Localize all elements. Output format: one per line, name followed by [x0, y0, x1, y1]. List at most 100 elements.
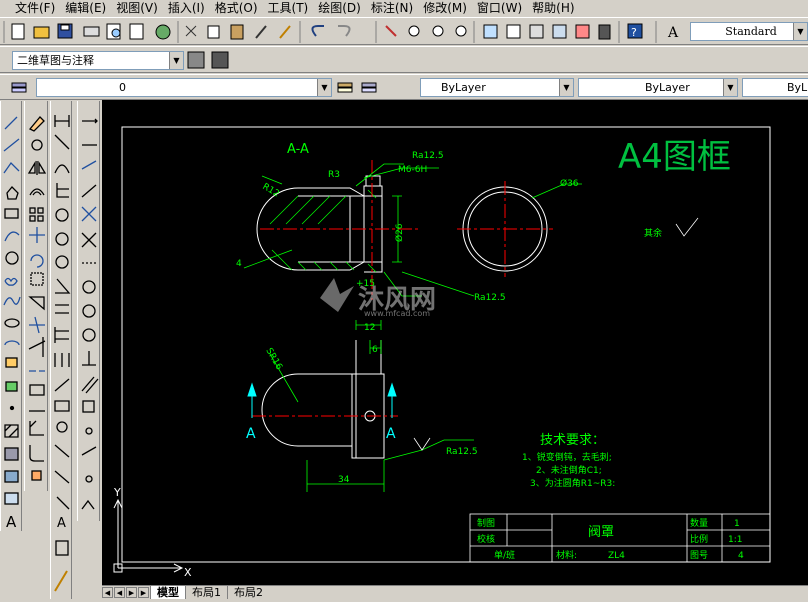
ellipse-arc-icon — [4, 340, 20, 346]
print-icon — [83, 26, 100, 37]
modify-toolbar-icons[interactable] — [25, 101, 49, 491]
zoom-realtime-icon — [408, 25, 420, 37]
dim-sr16: SR16 — [263, 347, 284, 373]
drawing-svg[interactable]: A4图框 A-A Ra12.5 M6-6H R3 R12 4 Ø26 Ø36 +… — [102, 100, 808, 585]
linetype-select[interactable]: ByLayer ▼ — [578, 78, 738, 97]
tab-layout1[interactable]: 布局1 — [185, 586, 227, 599]
color-select[interactable]: ByLayer ▼ — [420, 78, 574, 97]
chevron-down-icon: ▼ — [559, 79, 573, 96]
dim-update-icon — [56, 496, 70, 510]
draw-toolbar-icons[interactable]: A — [1, 101, 23, 531]
baseline-icon — [54, 327, 69, 343]
tech-item: 2、未注倒角C1; — [536, 464, 602, 476]
snap-intersection-icon — [81, 206, 97, 222]
rotate-icon — [30, 254, 44, 268]
trim-icon — [29, 316, 45, 334]
title-block-text: 制图 校核 阀罩 数量 1 比例 1:1 图号 4 单/班 材料: ZL4 — [477, 517, 744, 561]
osnap-settings-icon — [81, 499, 95, 510]
sheet-set-icon — [552, 24, 567, 39]
tb-qty: 1 — [734, 519, 740, 529]
dim-d6: 6 — [372, 345, 378, 355]
tolerance-icon — [54, 400, 70, 412]
tab-last-icon[interactable]: ▶ — [138, 587, 149, 598]
tool-palettes-icon — [529, 24, 544, 39]
revcloud-icon — [4, 277, 18, 286]
watermark-url: www.mfcad.com — [364, 309, 430, 318]
line-icon — [4, 116, 18, 130]
match-prop-icon — [255, 25, 267, 39]
tab-layout2[interactable]: 布局2 — [227, 586, 269, 599]
tech-title: 技术要求： — [540, 433, 605, 448]
chevron-down-icon: ▼ — [793, 23, 807, 40]
publish-icon — [129, 23, 144, 40]
dim-style-icon — [55, 540, 69, 556]
chamfer-icon — [29, 420, 44, 436]
ucs-y-label: Y — [113, 486, 121, 499]
menu-window[interactable]: 窗口(W) — [472, 0, 527, 16]
watermark: 沐风网 www.mfcad.com — [320, 278, 436, 318]
paste-icon — [230, 24, 244, 40]
layers-toolbar: 0 ▼ ByLayer ▼ ByLayer ▼ ByL — [0, 74, 808, 100]
tb-unit: 单/班 — [494, 549, 515, 561]
text-style-select[interactable]: Standard ▼ — [690, 22, 808, 41]
snap-perp-icon — [82, 351, 96, 366]
lineweight-select[interactable]: ByL — [742, 78, 808, 97]
dimedit-icon — [54, 444, 70, 458]
dim-phi26: Ø26 — [394, 223, 405, 242]
workspace-select[interactable]: 二维草图与注释 ▼ — [12, 51, 184, 70]
dim-r3: R3 — [328, 170, 340, 180]
workspace-settings-icon — [187, 51, 205, 69]
workspace-buttons[interactable] — [184, 47, 244, 74]
dim-r12: R12 — [261, 182, 281, 200]
snap-tangent-icon — [82, 328, 96, 342]
snap-apparent-icon — [81, 232, 97, 248]
mirror-icon — [27, 160, 47, 175]
drawing-canvas[interactable]: A4图框 A-A Ra12.5 M6-6H R3 R12 4 Ø26 Ø36 +… — [102, 100, 808, 585]
diameter-icon — [55, 255, 69, 269]
zoom-window-icon — [432, 25, 444, 37]
open-icon — [33, 26, 50, 39]
layer-select[interactable]: 0 ▼ — [36, 78, 332, 97]
cut-icon — [185, 25, 197, 37]
tab-model[interactable]: 模型 — [150, 586, 185, 599]
tb-material: ZL4 — [608, 551, 625, 561]
menu-modify[interactable]: 修改(M) — [418, 0, 472, 16]
tech-item: 1、锐变倒钝，去毛刺; — [522, 451, 612, 463]
menu-format[interactable]: 格式(O) — [210, 0, 263, 16]
chevron-down-icon: ▼ — [317, 79, 331, 96]
dimension-toolbar-icons[interactable]: A — [51, 101, 73, 599]
block-editor-icon — [279, 25, 291, 39]
chevron-down-icon: ▼ — [723, 79, 737, 96]
rectangle-icon — [4, 208, 19, 219]
arc-icon — [4, 231, 20, 242]
layer-manager-icon — [11, 82, 27, 93]
menu-file[interactable]: 文件(F) — [10, 0, 60, 16]
erase-icon — [28, 116, 45, 132]
object-snap-icons[interactable] — [78, 101, 101, 521]
ellipse-icon — [4, 318, 20, 328]
menu-edit[interactable]: 编辑(E) — [60, 0, 111, 16]
menu-view[interactable]: 视图(V) — [111, 0, 163, 16]
menu-draw[interactable]: 绘图(D) — [313, 0, 366, 16]
gradient-icon — [4, 447, 19, 461]
tab-prev-icon[interactable]: ◀ — [114, 587, 125, 598]
redo-icon — [338, 25, 351, 37]
menu-insert[interactable]: 插入(I) — [163, 0, 210, 16]
ucs-icon — [113, 498, 184, 573]
dim-d34: 34 — [338, 475, 350, 485]
center-mark-icon — [56, 421, 68, 433]
watermark-logo-icon — [320, 278, 354, 312]
menu-help[interactable]: 帮助(H) — [527, 0, 579, 16]
menu-dimension[interactable]: 标注(N) — [366, 0, 418, 16]
svg-text:?: ? — [631, 26, 637, 39]
array-icon — [29, 207, 36, 214]
tab-first-icon[interactable]: ◀ — [102, 587, 113, 598]
region-icon — [4, 470, 19, 483]
menu-tools[interactable]: 工具(T) — [263, 0, 314, 16]
standard-toolbar-icons: ? A — [3, 21, 679, 43]
tab-next-icon[interactable]: ▶ — [126, 587, 137, 598]
aligned-dim-icon — [54, 134, 70, 150]
undo-icon — [311, 25, 324, 37]
snap-center-icon — [82, 280, 96, 294]
dim-thread: M6-6H — [398, 165, 427, 175]
